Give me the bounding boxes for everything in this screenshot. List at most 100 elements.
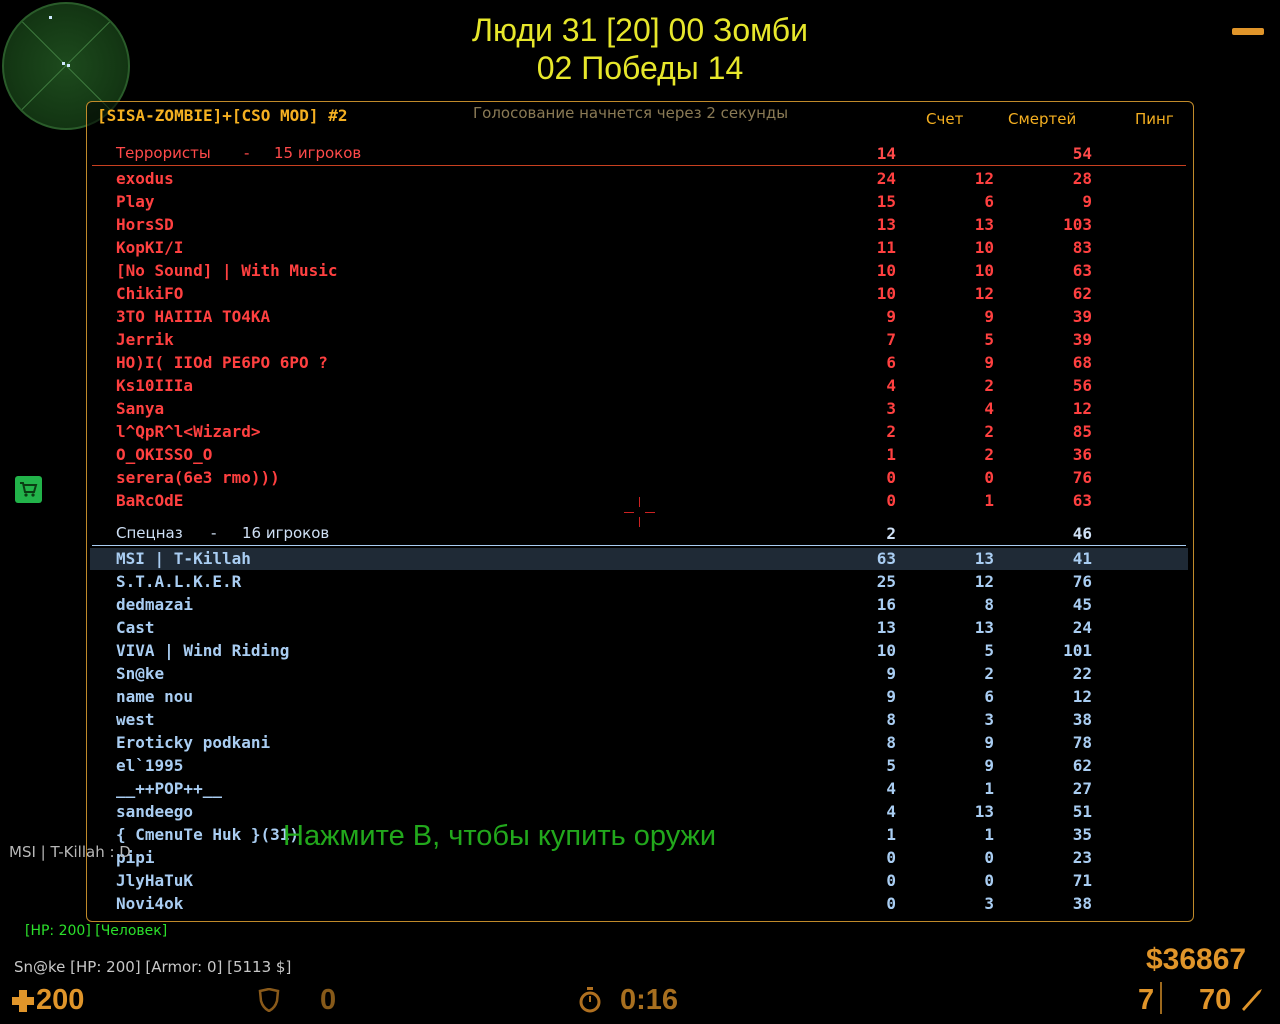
crosshair-right [645, 512, 655, 513]
player-name: JlyHaTuK [116, 871, 194, 890]
stopwatch-icon [579, 987, 601, 1017]
terrorist-team-deaths: 54 [1072, 144, 1092, 163]
player-score: 5 [886, 756, 896, 775]
wins-title: 02 Победы 14 [536, 50, 744, 86]
player-ping: 62 [1072, 756, 1092, 775]
player-name: dedmazai [116, 595, 194, 614]
player-name: VIVA | Wind Riding [116, 641, 290, 660]
player-name: Jerrik [116, 330, 174, 349]
vote-notice: Голосование начнется через 2 секунды [473, 104, 789, 122]
player-name: l^QpR^l<Wizard> [116, 422, 261, 441]
terrorist-player-row: KopKI/I 11 10 83 [116, 238, 1116, 261]
terrorist-player-row: serera(6e3 rmo))) 0 0 76 [116, 468, 1116, 491]
ct-player-row: Eroticky podkani 8 9 78 [116, 733, 1116, 756]
player-score: 0 [886, 894, 896, 913]
player-deaths: 8 [984, 595, 994, 614]
ct-player-row: Novi4ok 0 3 38 [116, 894, 1116, 917]
chat-message: MSI | T-Killah : D [9, 843, 131, 861]
player-name: name nou [116, 687, 194, 706]
player-name: west [116, 710, 155, 729]
terrorist-player-row: Ks10IIIa 4 2 56 [116, 376, 1116, 399]
player-deaths: 2 [984, 445, 994, 464]
player-ping: 78 [1072, 733, 1092, 752]
player-deaths: 6 [984, 687, 994, 706]
player-ping: 24 [1072, 618, 1092, 637]
health-value: 200 [36, 984, 85, 1016]
player-score: 8 [886, 733, 896, 752]
player-ping: 38 [1072, 894, 1092, 913]
player-deaths: 3 [984, 894, 994, 913]
player-ping: 28 [1072, 169, 1092, 188]
player-score: 7 [886, 330, 896, 349]
player-score: 1 [886, 825, 896, 844]
shop-cart-icon[interactable] [15, 476, 42, 503]
player-score: 4 [886, 779, 896, 798]
player-ping: 62 [1072, 284, 1092, 303]
player-score: 0 [886, 491, 896, 510]
terrorist-player-row: ЗTO HAIIIA TO4KA 9 9 39 [116, 307, 1116, 330]
score-column-header: Счет [926, 110, 964, 128]
player-deaths: 0 [984, 468, 994, 487]
crosshair-bottom [639, 517, 640, 527]
player-deaths: 9 [984, 733, 994, 752]
player-ping: 12 [1072, 399, 1092, 418]
ct-player-row: MSI | T-Killah 63 13 41 [116, 549, 1116, 572]
player-ping: 76 [1072, 468, 1092, 487]
ping-column-header: Пинг [1135, 110, 1174, 128]
terrorist-team-dash: - [244, 144, 250, 162]
player-score: 1 [886, 445, 896, 464]
player-score: 13 [876, 618, 896, 637]
ct-team-count: 16 игроков [242, 524, 330, 542]
crosshair-left [624, 512, 634, 513]
terrorist-team-count: 15 игроков [274, 144, 362, 162]
player-deaths: 12 [974, 572, 994, 591]
player-deaths: 9 [984, 353, 994, 372]
player-score: 10 [876, 261, 896, 280]
player-ping: 101 [1063, 641, 1092, 660]
player-score: 13 [876, 215, 896, 234]
player-ping: 12 [1072, 687, 1092, 706]
player-score: 3 [886, 399, 896, 418]
player-name: Ks10IIIa [116, 376, 194, 395]
team-count-title: Люди 31 [20] 00 Зомби [472, 12, 808, 48]
player-deaths: 6 [984, 192, 994, 211]
terrorist-player-row: Jerrik 7 5 39 [116, 330, 1116, 353]
player-ping: 22 [1072, 664, 1092, 683]
crosshair-top [639, 497, 640, 507]
armor-shield-icon [258, 987, 280, 1016]
player-deaths: 1 [984, 825, 994, 844]
money-counter: $36867 [1146, 943, 1247, 976]
terrorist-team-score: 14 [876, 144, 896, 163]
player-name: HorsSD [116, 215, 174, 234]
player-name: KopKI/I [116, 238, 184, 257]
player-name: BaRcOdE [116, 491, 184, 510]
player-ping: 103 [1063, 215, 1092, 234]
ammo-separator [1160, 982, 1162, 1014]
terrorist-separator [92, 165, 1186, 166]
player-deaths: 0 [984, 871, 994, 890]
player-deaths: 13 [974, 215, 994, 234]
player-score: 10 [876, 284, 896, 303]
player-score: 9 [886, 687, 896, 706]
player-name: Play [116, 192, 155, 211]
player-ping: 51 [1072, 802, 1092, 821]
player-ping: 71 [1072, 871, 1092, 890]
terrorist-player-row: [No Sound] | With Music 10 10 63 [116, 261, 1116, 284]
ammo-reserve: 70 [1199, 984, 1232, 1016]
player-ping: 56 [1072, 376, 1092, 395]
player-ping: 38 [1072, 710, 1092, 729]
player-ping: 45 [1072, 595, 1092, 614]
player-deaths: 1 [984, 779, 994, 798]
player-ping: 39 [1072, 307, 1092, 326]
player-ping: 76 [1072, 572, 1092, 591]
player-score: 0 [886, 468, 896, 487]
player-score: 8 [886, 710, 896, 729]
player-name: { CmenuTe Huk }(31) [116, 825, 300, 844]
ct-player-row: west 8 3 38 [116, 710, 1116, 733]
player-score: 9 [886, 307, 896, 326]
player-name: O_OKISSO_O [116, 445, 213, 464]
terrorist-team-label: Террористы [116, 144, 211, 162]
player-deaths: 9 [984, 756, 994, 775]
player-name: ChikiFO [116, 284, 184, 303]
player-score: 15 [876, 192, 896, 211]
